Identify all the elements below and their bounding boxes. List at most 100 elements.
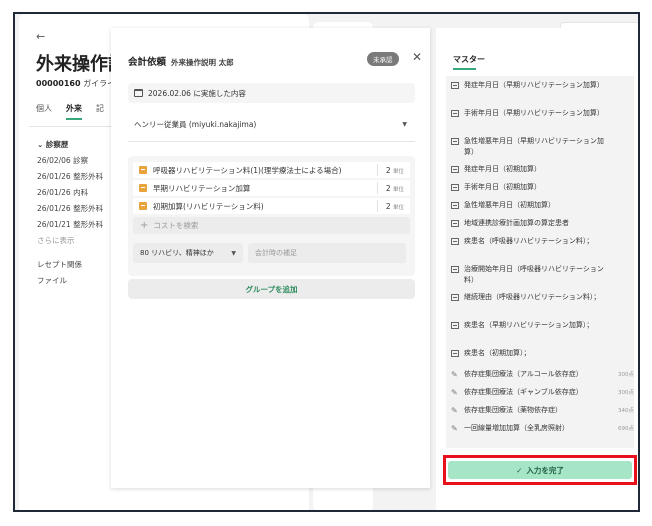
master-row-label: 依存症集団療法（アルコール依存症） <box>464 370 583 378</box>
document-icon <box>451 202 459 209</box>
master-row-points <box>610 264 634 265</box>
master-row-label: 継続理由（呼吸器リハビリテーション料）； <box>464 293 601 301</box>
master-panel: マスター 発症年月日（早期リハビリテーション加算） 手術年月日（早期リハビリテーシ… <box>436 28 638 510</box>
master-row[interactable]: 手術年月日（初期加算） <box>451 182 634 193</box>
staff-value: ヘンリー従業員 (miyuki.nakajima) <box>134 119 257 129</box>
master-row[interactable]: ✎ 一回線量増加加算（全乳房照射） 690点 <box>451 423 634 435</box>
master-row-points: 300点 <box>618 372 634 378</box>
divider <box>29 126 119 127</box>
cost-item[interactable]: 初期加算(リハビリテーション料) 2 単位 <box>133 198 410 214</box>
billing-request-dialog: 会計依頼 外来操作説明 太郎 未承認 ✕ 2026.02.06 に実施した内容 ヘ… <box>111 28 430 488</box>
plus-icon: + <box>140 220 149 231</box>
master-row-label: 発症年月日（早期リハビリテーション加算） <box>464 81 604 89</box>
procedure-icon: ✎ <box>451 424 458 433</box>
master-row-points <box>610 320 634 321</box>
document-icon <box>451 166 459 173</box>
show-more-link[interactable]: さらに表示 <box>37 233 103 249</box>
back-arrow-icon[interactable]: ← <box>36 30 45 43</box>
master-row[interactable]: ✎ 依存症集団療法（薬物依存症） 340点 <box>451 405 634 417</box>
app-window: ← 外来操作説 00000160 ガイライ 個人 外来 記 ⌄ 診察歴 26/0… <box>13 12 640 512</box>
history-item[interactable]: 26/02/06 診察 <box>37 153 103 169</box>
history-item[interactable]: 26/01/26 整形外科 <box>37 169 103 185</box>
master-row-points <box>610 108 634 109</box>
master-row-points <box>610 80 634 81</box>
master-row-label: 発症年月日（初期加算） <box>464 165 541 173</box>
master-row-points: 340点 <box>618 408 634 414</box>
document-icon <box>451 238 459 245</box>
department-select[interactable]: 80 リハビリ、精神ほか ▼ <box>133 243 243 263</box>
rehab-item-icon <box>139 184 147 192</box>
master-row[interactable]: 疾患名（初期加算）； <box>451 348 634 359</box>
tab-outpatient[interactable]: 外来 <box>66 103 82 120</box>
master-row[interactable]: ✎ 依存症集団療法（ギャンブル依存症） 300点 <box>451 387 634 399</box>
cost-item-qty[interactable]: 2 単位 <box>378 184 410 193</box>
billing-note-input[interactable]: 会計時の補足 <box>248 243 406 263</box>
divider <box>128 141 415 142</box>
document-icon <box>451 294 459 301</box>
history-header[interactable]: ⌄ 診察歴 <box>37 137 103 153</box>
master-row[interactable]: 発症年月日（初期加算） <box>451 164 634 175</box>
document-icon <box>451 220 459 227</box>
cost-item[interactable]: 呼吸器リハビリテーション料(1)(理学療法士による場合) 2 単位 <box>133 162 410 178</box>
cost-item-qty[interactable]: 2 単位 <box>378 202 410 211</box>
cost-item[interactable]: 早期リハビリテーション加算 2 単位 <box>133 180 410 196</box>
master-list: 発症年月日（早期リハビリテーション加算） 手術年月日（早期リハビリテーション加算）… <box>446 76 634 448</box>
document-icon <box>451 184 459 191</box>
cost-group: 呼吸器リハビリテーション料(1)(理学療法士による場合) 2 単位 早期リハビリ… <box>128 156 415 276</box>
master-row[interactable]: 継続理由（呼吸器リハビリテーション料）； <box>451 292 634 303</box>
master-row-points <box>610 182 634 183</box>
chevron-down-icon: ▼ <box>402 120 407 128</box>
master-row[interactable]: 疾患名（早期リハビリテーション加算）； <box>451 320 634 331</box>
cost-item-qty[interactable]: 2 単位 <box>378 166 410 175</box>
master-row-points <box>610 218 634 219</box>
procedure-icon: ✎ <box>451 406 458 415</box>
master-row[interactable]: 地域連携診療計画加算の算定患者 <box>451 218 634 229</box>
history-list: ⌄ 診察歴 26/02/06 診察 26/01/26 整形外科 26/01/26… <box>37 137 103 289</box>
master-row[interactable]: 急性増悪年月日（初期加算） <box>451 200 634 211</box>
history-item[interactable]: 26/01/26 内科 <box>37 185 103 201</box>
document-icon <box>451 110 459 117</box>
master-row-label: 地域連携診療計画加算の算定患者 <box>464 219 569 227</box>
master-row-points <box>610 200 634 201</box>
master-row[interactable]: 発症年月日（早期リハビリテーション加算） <box>451 80 634 91</box>
document-icon <box>451 322 459 329</box>
patient-tabs: 個人 外来 記 <box>36 103 104 120</box>
date-text: 2026.02.06 に実施した内容 <box>148 88 246 98</box>
tab-personal[interactable]: 個人 <box>36 103 52 120</box>
tab-record[interactable]: 記 <box>96 103 104 120</box>
date-field[interactable]: 2026.02.06 に実施した内容 <box>128 83 415 103</box>
master-row-label: 依存症集団療法（薬物依存症） <box>464 406 562 414</box>
master-row-label: 手術年月日（初期加算） <box>464 183 541 191</box>
chevron-down-icon: ▼ <box>231 249 236 257</box>
master-row[interactable]: 疾患名（呼吸器リハビリテーション料）； <box>451 236 634 247</box>
document-icon <box>451 138 459 145</box>
staff-select[interactable]: ヘンリー従業員 (miyuki.nakajima) ▼ <box>128 114 415 134</box>
history-item[interactable]: 26/01/21 整形外科 <box>37 217 103 233</box>
tab-indicator <box>453 68 476 70</box>
history-item[interactable]: 26/01/26 整形外科 <box>37 201 103 217</box>
master-row[interactable]: 手術年月日（早期リハビリテーション加算） <box>451 108 634 119</box>
close-icon[interactable]: ✕ <box>412 50 422 64</box>
master-row[interactable]: ✎ 依存症集団療法（アルコール依存症） 300点 <box>451 369 634 381</box>
patient-id-line: 00000160 ガイライ <box>36 78 115 89</box>
master-row-points <box>610 348 634 349</box>
master-row-points <box>610 164 634 165</box>
master-row[interactable]: 急性増悪年月日（早期リハビリテーション加算） <box>451 136 634 158</box>
master-row-label: 疾患名（呼吸器リハビリテーション料）； <box>464 237 594 245</box>
complete-input-button[interactable]: ✓ 入力を完了 <box>448 461 632 479</box>
patient-id: 00000160 <box>36 79 81 88</box>
master-row-points <box>610 236 634 237</box>
master-row-label: 依存症集団療法（ギャンブル依存症） <box>464 388 583 396</box>
cost-search-input[interactable]: + コストを検索 <box>133 217 410 234</box>
master-row[interactable]: 治療開始年月日（呼吸器リハビリテーション料） <box>451 264 634 286</box>
master-row-points: 300点 <box>618 390 634 396</box>
calendar-icon <box>134 89 143 97</box>
master-row-label: 急性増悪年月日（早期リハビリテーション加算） <box>464 137 604 156</box>
receipt-section[interactable]: レセプト関係 <box>37 257 103 273</box>
master-row-label: 急性増悪年月日（初期加算） <box>464 201 555 209</box>
highlight-box: ✓ 入力を完了 <box>443 455 637 485</box>
procedure-icon: ✎ <box>451 370 458 379</box>
add-group-button[interactable]: グループを追加 <box>128 279 415 299</box>
file-section[interactable]: ファイル <box>37 273 103 289</box>
rehab-item-icon <box>139 166 147 174</box>
